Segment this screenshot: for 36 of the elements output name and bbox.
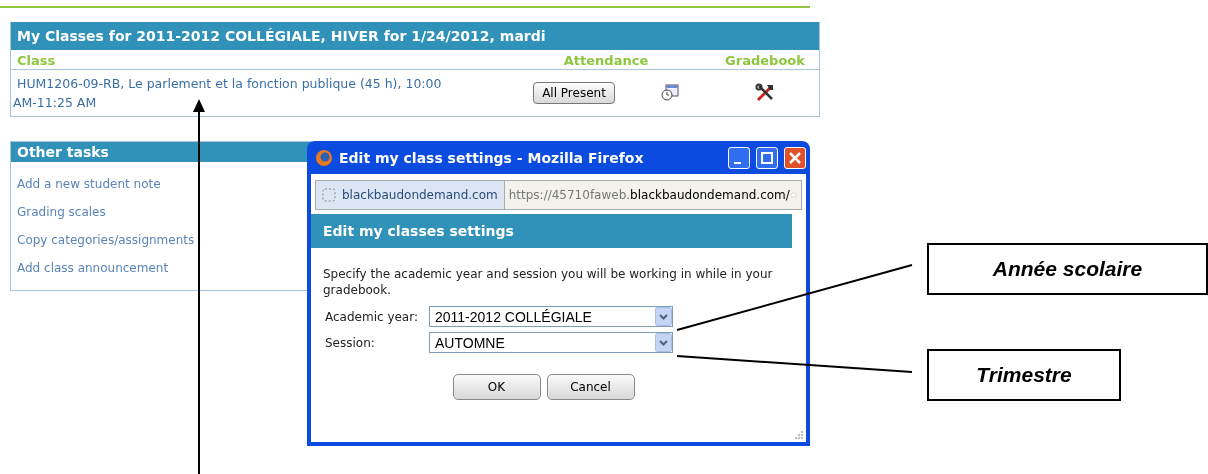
browser-logo-icon <box>315 148 333 167</box>
calendar-clock-icon[interactable] <box>660 84 679 102</box>
dialog-button[interactable]: OK <box>452 374 541 400</box>
all-present-button[interactable]: All Present <box>533 82 615 104</box>
window-title: Edit my class settings - Mozilla Firefox <box>339 149 645 166</box>
maximize-button[interactable] <box>756 146 778 169</box>
column-header: Attendance <box>562 52 650 69</box>
minimize-icon <box>733 161 741 164</box>
site-name: blackbaudondemand.com <box>342 188 498 202</box>
maximize-icon <box>761 151 773 164</box>
column-header: Gradebook <box>724 52 806 69</box>
dialog-button[interactable]: Cancel <box>546 374 635 400</box>
panel-title: Other tasks <box>11 142 311 162</box>
close-button[interactable] <box>784 146 806 169</box>
column-header: Class <box>16 52 57 69</box>
minimize-button[interactable] <box>728 146 750 169</box>
task-link[interactable]: Add class announcement <box>17 260 305 276</box>
panel-title: My Classes for 2011-2012 COLLÉGIALE, HIVER for 1/24/2012, mardi <box>11 22 819 50</box>
site-identity-button[interactable]: blackbaudondemand.com <box>316 181 505 209</box>
field-label: Academic year: <box>325 309 419 324</box>
callout-label: Trimestre <box>927 349 1121 401</box>
instructions-text: Specify the academic year and session you will be working in while in your gradebook. <box>322 266 774 299</box>
field-label: Session: <box>325 335 376 350</box>
address-bar[interactable]: blackbaudondemand.com https://45710faweb.blackbaudondemand.com/ <box>315 180 802 210</box>
callout-label: Année scolaire <box>927 243 1208 295</box>
task-link[interactable]: Grading scales <box>17 204 305 220</box>
page-icon <box>322 188 336 202</box>
url-text: https://45710faweb.blackbaudondemand.com/ <box>507 188 790 202</box>
resize-grip-icon[interactable] <box>794 430 804 440</box>
dialog-heading: Edit my classes settings <box>311 214 792 248</box>
select-field[interactable]: AUTOMNE <box>429 332 673 353</box>
close-icon <box>789 151 801 164</box>
hammer-wrench-icon[interactable] <box>755 83 775 103</box>
task-link[interactable]: Copy categories/assignments <box>17 232 305 248</box>
task-link[interactable]: Add a new student note <box>17 176 305 192</box>
select-field[interactable]: 2011-2012 COLLÉGIALE <box>429 306 673 327</box>
